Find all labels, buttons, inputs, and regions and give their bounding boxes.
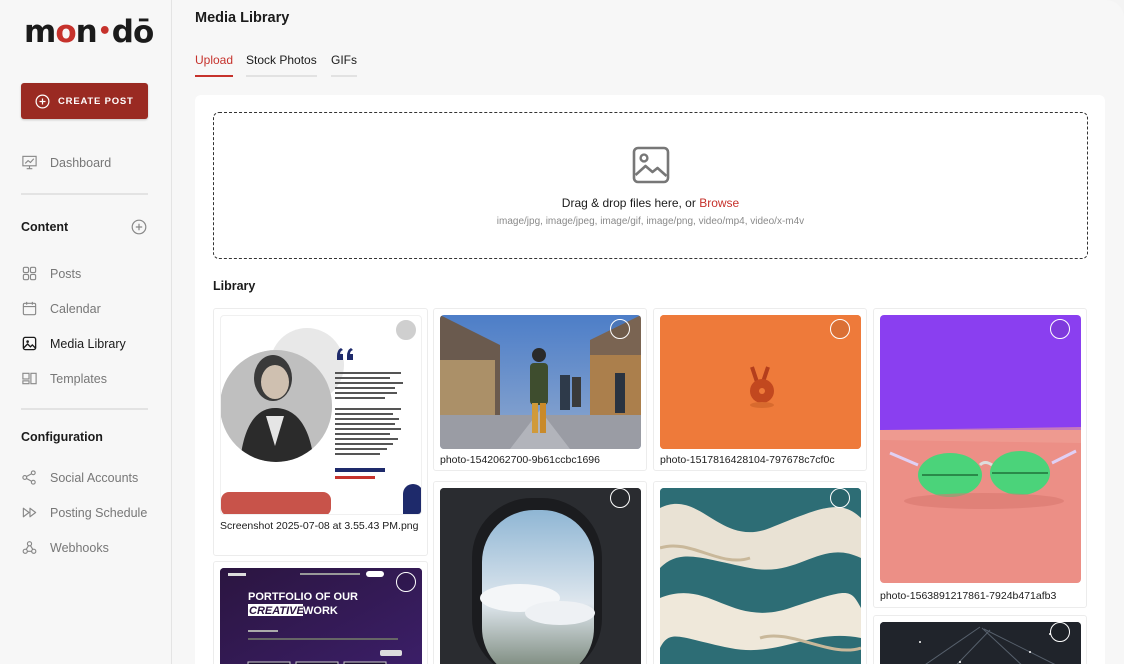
configuration-section-title: Configuration bbox=[21, 430, 103, 444]
plus-circle-icon bbox=[35, 94, 50, 108]
dropzone[interactable]: Drag & drop files here, or Browse image/… bbox=[213, 112, 1088, 259]
sidebar-label-dashboard: Dashboard bbox=[50, 155, 112, 170]
thumbnail-image bbox=[220, 315, 422, 515]
main-panel: Media Library Upload Stock Photos GIFs D… bbox=[172, 0, 1124, 664]
select-checkbox[interactable] bbox=[610, 488, 630, 508]
calendar-icon bbox=[22, 301, 37, 316]
sidebar-label-posting-schedule: Posting Schedule bbox=[50, 505, 148, 520]
dropzone-text: Drag & drop files here, or Browse bbox=[214, 196, 1087, 210]
dashboard-icon bbox=[22, 155, 37, 170]
library-title: Library bbox=[213, 279, 256, 293]
media-caption: photo-1563891217861-7924b471afb3 bbox=[880, 590, 1057, 602]
upload-card: Drag & drop files here, or Browse image/… bbox=[195, 95, 1105, 664]
tab-gifs[interactable]: GIFs bbox=[331, 53, 357, 77]
thumbnail-image bbox=[880, 315, 1081, 583]
sidebar-item-social-accounts[interactable]: Social Accounts bbox=[21, 469, 138, 486]
sidebar-item-posting-schedule[interactable]: Posting Schedule bbox=[21, 504, 147, 521]
select-checkbox[interactable] bbox=[1050, 319, 1070, 339]
sidebar-label-posts: Posts bbox=[50, 266, 82, 281]
sidebar-label-webhooks: Webhooks bbox=[50, 540, 109, 555]
thumbnail-image bbox=[440, 488, 641, 664]
select-checkbox[interactable] bbox=[1050, 622, 1070, 642]
media-item-photo-1563891217861[interactable]: photo-1563891217861-7924b471afb3 bbox=[873, 308, 1087, 608]
sidebar-label-templates: Templates bbox=[50, 371, 107, 386]
sidebar-item-webhooks[interactable]: Webhooks bbox=[21, 539, 109, 556]
select-checkbox[interactable] bbox=[610, 319, 630, 339]
image-icon bbox=[22, 336, 37, 351]
thumbnail-image: PORTFOLIO OF OUR CREATIVE WORK bbox=[220, 568, 422, 664]
sidebar-label-social-accounts: Social Accounts bbox=[50, 470, 139, 485]
divider bbox=[21, 408, 148, 410]
media-item-marble[interactable] bbox=[653, 481, 867, 664]
portfolio-graphic: PORTFOLIO OF OUR CREATIVE WORK bbox=[220, 568, 422, 664]
image-upload-icon bbox=[632, 146, 670, 184]
select-checkbox[interactable] bbox=[830, 319, 850, 339]
media-item-airplane-window[interactable] bbox=[433, 481, 647, 664]
page-title: Media Library bbox=[195, 10, 290, 26]
street-photo bbox=[440, 315, 641, 449]
dropzone-instruction: Drag & drop files here, or bbox=[561, 196, 700, 210]
share-icon bbox=[22, 470, 36, 485]
templates-icon bbox=[22, 372, 37, 385]
add-content-icon[interactable] bbox=[131, 219, 147, 235]
media-caption: photo-1517816428104-797678c7cf0c bbox=[660, 454, 835, 466]
sidebar-item-calendar[interactable]: Calendar bbox=[21, 300, 101, 317]
airplane-window-photo bbox=[440, 488, 641, 664]
media-item-galaxy[interactable] bbox=[873, 615, 1087, 664]
thumbnail-image bbox=[440, 315, 641, 449]
media-caption: Screenshot 2025-07-08 at 3.55.43 PM.png bbox=[220, 520, 419, 532]
logo[interactable]: mon•dō bbox=[24, 14, 154, 50]
thumbnail-image bbox=[660, 488, 861, 664]
tab-upload[interactable]: Upload bbox=[195, 53, 234, 77]
portfolio-line2-rest: WORK bbox=[303, 605, 338, 617]
sidebar-item-dashboard[interactable]: Dashboard bbox=[21, 154, 111, 171]
webhook-icon bbox=[22, 541, 37, 554]
divider bbox=[21, 193, 148, 195]
create-post-button[interactable]: CREATE POST bbox=[21, 83, 148, 119]
sidebar-item-posts[interactable]: Posts bbox=[21, 265, 81, 282]
media-item-portfolio[interactable]: PORTFOLIO OF OUR CREATIVE WORK bbox=[213, 561, 428, 664]
sidebar-label-calendar: Calendar bbox=[50, 301, 101, 316]
sunglasses-photo bbox=[880, 315, 1081, 583]
sidebar-label-media-library: Media Library bbox=[50, 336, 126, 351]
sidebar-item-media-library[interactable]: Media Library bbox=[21, 335, 126, 352]
portfolio-line1: PORTFOLIO OF OUR bbox=[248, 591, 358, 603]
orange-photo bbox=[660, 315, 861, 449]
portfolio-line2-highlight: CREATIVE bbox=[249, 605, 304, 617]
thumbnail-image bbox=[660, 315, 861, 449]
screenshot-graphic bbox=[221, 328, 421, 514]
select-checkbox[interactable] bbox=[830, 488, 850, 508]
sidebar-item-templates[interactable]: Templates bbox=[21, 370, 107, 387]
media-caption: photo-1542062700-9b61ccbc1696 bbox=[440, 454, 600, 466]
fast-forward-icon bbox=[22, 507, 37, 518]
content-section-title: Content bbox=[21, 220, 69, 234]
tab-stock-photos[interactable]: Stock Photos bbox=[246, 53, 317, 77]
media-item-photo-1542062700[interactable]: photo-1542062700-9b61ccbc1696 bbox=[433, 308, 647, 471]
browse-link[interactable]: Browse bbox=[699, 196, 739, 210]
select-checkbox[interactable] bbox=[396, 572, 416, 592]
marble-photo bbox=[660, 488, 861, 664]
media-item-screenshot[interactable]: Screenshot 2025-07-08 at 3.55.43 PM.png bbox=[213, 308, 428, 556]
select-checkbox[interactable] bbox=[396, 320, 416, 340]
media-item-photo-1517816428104[interactable]: photo-1517816428104-797678c7cf0c bbox=[653, 308, 867, 471]
create-post-label: CREATE POST bbox=[58, 95, 134, 107]
grid-icon bbox=[22, 266, 37, 281]
dropzone-file-types: image/jpg, image/jpeg, image/gif, image/… bbox=[496, 216, 805, 227]
sidebar: mon•dō CREATE POST Dashboard Content Pos… bbox=[0, 0, 172, 664]
